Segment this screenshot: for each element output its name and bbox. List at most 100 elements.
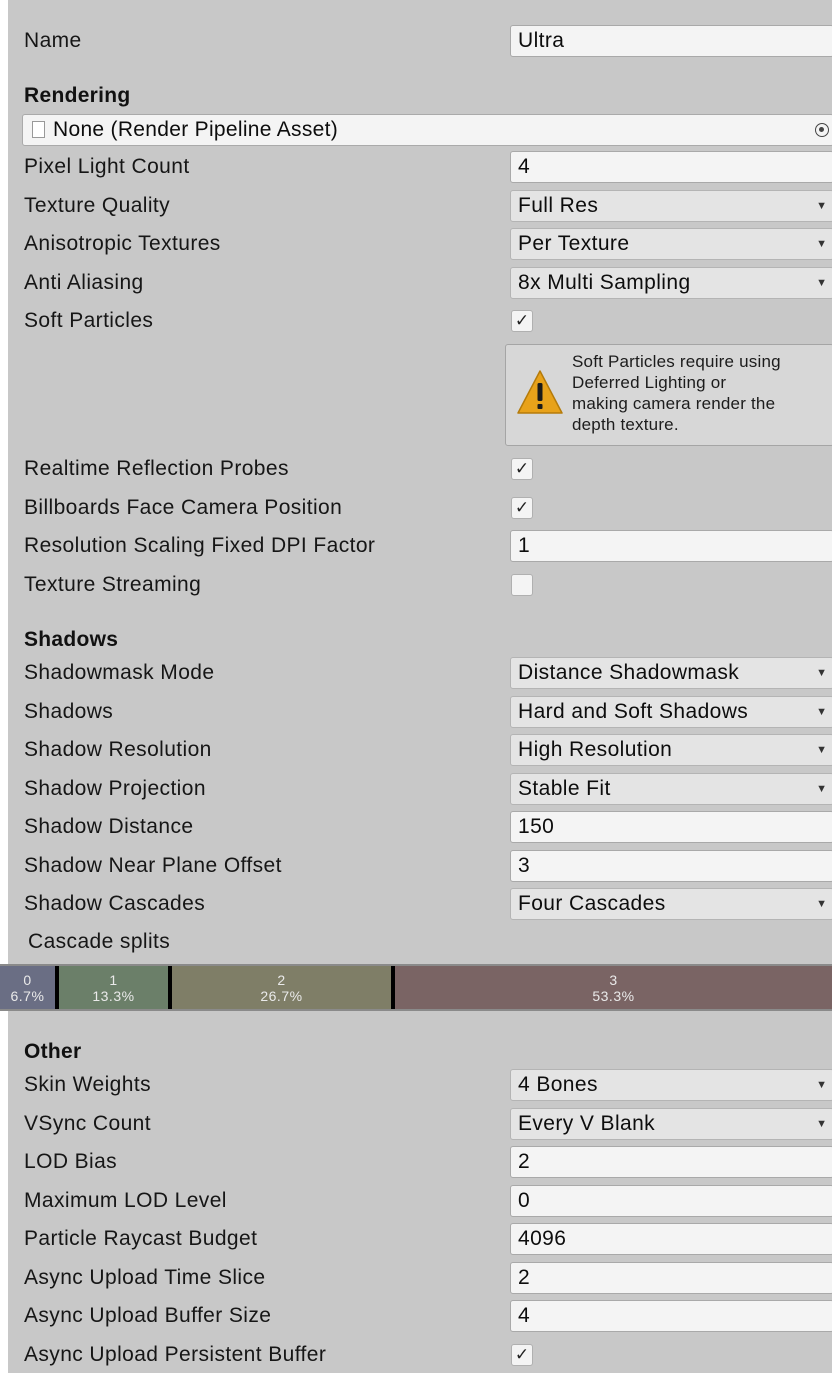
lod-bias-label: LOD Bias (24, 1150, 118, 1173)
shadow-distance-field[interactable]: 150 (510, 811, 832, 843)
shadow-near-plane-offset-label: Shadow Near Plane Offset (24, 854, 282, 877)
warning-triangle-icon (517, 370, 563, 414)
realtime-reflection-probes-label: Realtime Reflection Probes (24, 457, 289, 480)
async-upload-persistent-buffer-label: Async Upload Persistent Buffer (24, 1343, 327, 1366)
shadow-resolution-dropdown[interactable]: High Resolution ▼ (510, 734, 832, 766)
particle-raycast-budget-row: Particle Raycast Budget 4096 (8, 1220, 832, 1258)
realtime-reflection-probes-checkbox[interactable]: ✓ (511, 458, 533, 480)
async-upload-buffer-size-field[interactable]: 4 (510, 1300, 832, 1332)
shadow-cascades-dropdown[interactable]: Four Cascades ▼ (510, 888, 832, 920)
chevron-down-icon: ▼ (816, 200, 827, 212)
asset-document-icon (32, 121, 45, 138)
cascade-percent: 13.3% (92, 988, 135, 1004)
chevron-down-icon: ▼ (816, 744, 827, 756)
anti-aliasing-row: Anti Aliasing 8x Multi Sampling ▼ (8, 264, 832, 302)
billboards-face-camera-checkbox[interactable]: ✓ (511, 497, 533, 519)
warning-line: depth texture. (572, 415, 679, 434)
vsync-count-row: VSync Count Every V Blank ▼ (8, 1105, 832, 1143)
other-header: Other (24, 1040, 82, 1063)
shadows-label: Shadows (24, 700, 114, 723)
async-upload-time-slice-field[interactable]: 2 (510, 1262, 832, 1294)
lod-bias-field[interactable]: 2 (510, 1146, 832, 1178)
anti-aliasing-dropdown[interactable]: 8x Multi Sampling ▼ (510, 267, 832, 299)
cascade-splits-label: Cascade splits (28, 930, 171, 953)
texture-quality-row: Texture Quality Full Res ▼ (8, 187, 832, 225)
anisotropic-textures-label: Anisotropic Textures (24, 232, 221, 255)
cascade-index: 3 (609, 972, 618, 988)
skin-weights-label: Skin Weights (24, 1073, 151, 1096)
object-picker-icon[interactable] (815, 123, 829, 137)
billboards-face-camera-label: Billboards Face Camera Position (24, 496, 343, 519)
cascade-splits-bar[interactable]: 0 6.7% 1 13.3% 2 26.7% 3 53.3% (0, 964, 832, 1011)
anisotropic-textures-dropdown[interactable]: Per Texture ▼ (510, 228, 832, 260)
shadow-cascades-row: Shadow Cascades Four Cascades ▼ (8, 885, 832, 923)
warning-line: Deferred Lighting or (572, 373, 727, 392)
shadow-distance-label: Shadow Distance (24, 815, 194, 838)
cascade-percent: 6.7% (10, 988, 45, 1004)
chevron-down-icon: ▼ (816, 1118, 827, 1130)
pixel-light-count-row: Pixel Light Count 4 (8, 148, 832, 186)
rendering-header: Rendering (24, 84, 131, 107)
shadows-row: Shadows Hard and Soft Shadows ▼ (8, 693, 832, 731)
chevron-down-icon: ▼ (816, 238, 827, 250)
shadow-near-plane-offset-row: Shadow Near Plane Offset 3 (8, 847, 832, 885)
soft-particles-label: Soft Particles (24, 309, 154, 332)
pixel-light-count-field[interactable]: 4 (510, 151, 832, 183)
chevron-down-icon: ▼ (816, 898, 827, 910)
shadow-projection-label: Shadow Projection (24, 777, 206, 800)
shadowmask-mode-row: Shadowmask Mode Distance Shadowmask ▼ (8, 654, 832, 692)
cascade-index: 1 (109, 972, 118, 988)
maximum-lod-level-row: Maximum LOD Level 0 (8, 1182, 832, 1220)
shadow-projection-dropdown[interactable]: Stable Fit ▼ (510, 773, 832, 805)
maximum-lod-level-field[interactable]: 0 (510, 1185, 832, 1217)
texture-streaming-label: Texture Streaming (24, 573, 202, 596)
anisotropic-textures-row: Anisotropic Textures Per Texture ▼ (8, 225, 832, 263)
shadow-resolution-label: Shadow Resolution (24, 738, 212, 761)
particle-raycast-budget-label: Particle Raycast Budget (24, 1227, 258, 1250)
cascade-segment-0: 0 6.7% (0, 966, 55, 1009)
warning-line: Soft Particles require using (572, 352, 781, 371)
cascade-segment-1: 1 13.3% (58, 966, 168, 1009)
particle-raycast-budget-field[interactable]: 4096 (510, 1223, 832, 1255)
cascade-percent: 53.3% (592, 988, 635, 1004)
shadowmask-mode-dropdown[interactable]: Distance Shadowmask ▼ (510, 657, 832, 689)
chevron-down-icon: ▼ (816, 277, 827, 289)
chevron-down-icon: ▼ (816, 1079, 827, 1091)
cascade-index: 2 (277, 972, 286, 988)
soft-particles-row: Soft Particles ✓ (8, 302, 832, 340)
lod-bias-row: LOD Bias 2 (8, 1143, 832, 1181)
cascade-percent: 26.7% (260, 988, 303, 1004)
shadow-projection-row: Shadow Projection Stable Fit ▼ (8, 770, 832, 808)
cascade-index: 0 (23, 972, 32, 988)
vsync-count-dropdown[interactable]: Every V Blank ▼ (510, 1108, 832, 1140)
shadowmask-mode-label: Shadowmask Mode (24, 661, 215, 684)
name-label: Name (24, 29, 82, 52)
cascade-segment-3: 3 53.3% (394, 966, 832, 1009)
shadow-distance-row: Shadow Distance 150 (8, 808, 832, 846)
anti-aliasing-label: Anti Aliasing (24, 271, 144, 294)
chevron-down-icon: ▼ (816, 667, 827, 679)
async-upload-persistent-buffer-checkbox[interactable]: ✓ (511, 1344, 533, 1366)
maximum-lod-level-label: Maximum LOD Level (24, 1189, 227, 1212)
warning-line: making camera render the (572, 394, 776, 413)
cascade-segment-2: 2 26.7% (172, 966, 391, 1009)
shadows-dropdown[interactable]: Hard and Soft Shadows ▼ (510, 696, 832, 728)
resolution-scaling-dpi-field[interactable]: 1 (510, 530, 832, 562)
billboards-face-camera-row: Billboards Face Camera Position ✓ (8, 489, 832, 527)
async-upload-time-slice-row: Async Upload Time Slice 2 (8, 1259, 832, 1297)
shadow-near-plane-offset-field[interactable]: 3 (510, 850, 832, 882)
texture-streaming-checkbox[interactable] (511, 574, 533, 596)
resolution-scaling-dpi-row: Resolution Scaling Fixed DPI Factor 1 (8, 527, 832, 565)
render-pipeline-asset-field[interactable]: None (Render Pipeline Asset) (22, 114, 832, 146)
name-field[interactable]: Ultra (510, 25, 832, 57)
realtime-reflection-probes-row: Realtime Reflection Probes ✓ (8, 450, 832, 488)
vsync-count-label: VSync Count (24, 1112, 151, 1135)
name-row: Name Ultra (8, 22, 832, 60)
soft-particles-warning: Soft Particles require using Deferred Li… (505, 344, 832, 446)
quality-settings-panel: Name Ultra Rendering None (Render Pipeli… (8, 0, 832, 1373)
pixel-light-count-label: Pixel Light Count (24, 155, 190, 178)
texture-quality-dropdown[interactable]: Full Res ▼ (510, 190, 832, 222)
async-upload-time-slice-label: Async Upload Time Slice (24, 1266, 266, 1289)
soft-particles-checkbox[interactable]: ✓ (511, 310, 533, 332)
skin-weights-dropdown[interactable]: 4 Bones ▼ (510, 1069, 832, 1101)
